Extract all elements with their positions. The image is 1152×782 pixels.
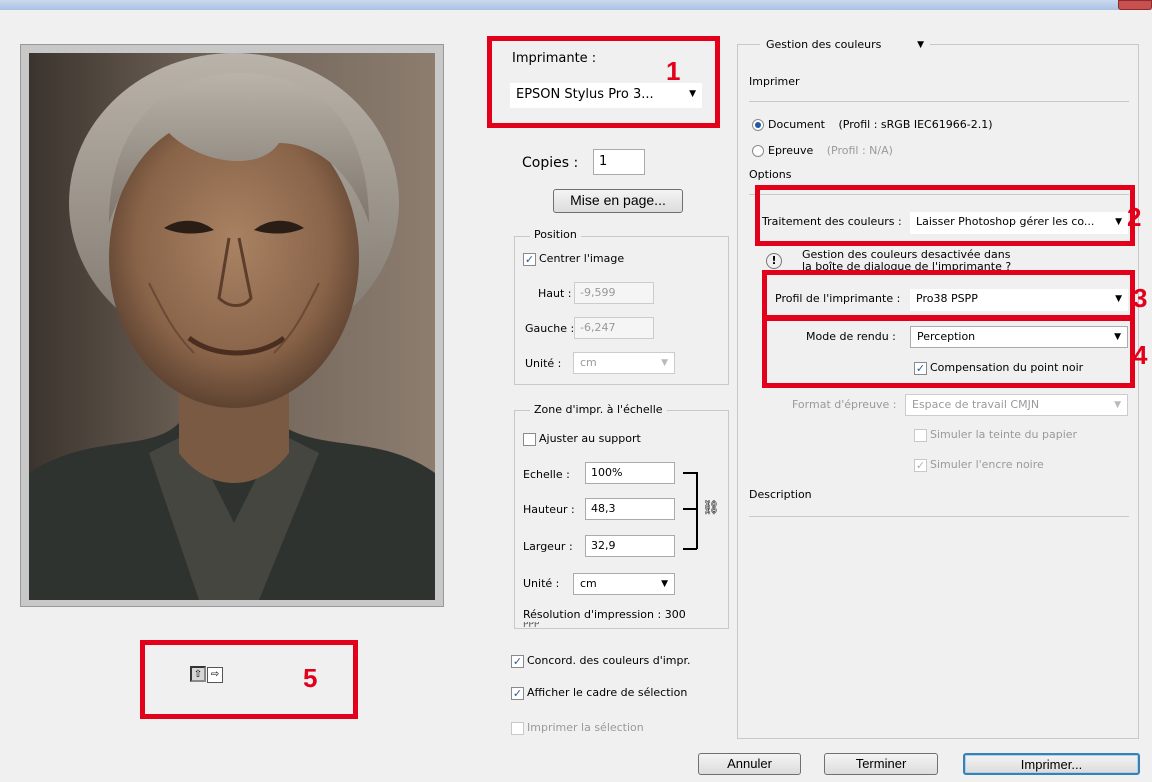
- fit-media-checkbox-row[interactable]: Ajuster au support: [523, 432, 641, 446]
- bounding-box-checkbox[interactable]: ✓: [511, 686, 524, 700]
- scale-field[interactable]: 100%: [585, 462, 675, 484]
- position-unit-select[interactable]: cm ▼: [573, 352, 675, 374]
- height-label: Hauteur :: [523, 503, 575, 516]
- simulate-ink-label: Simuler l'encre noire: [930, 458, 1044, 471]
- callout-box-5: [140, 640, 358, 719]
- warning-line-1: Gestion des couleurs desactivée dans: [802, 248, 1011, 261]
- simulate-paper-checkbox[interactable]: [914, 428, 927, 442]
- callout-number-5: 5: [303, 663, 318, 693]
- section-select[interactable]: Gestion des couleurs ▼: [760, 34, 930, 58]
- simulate-ink-checkbox[interactable]: ✓: [914, 458, 927, 472]
- match-colors-label: Concord. des couleurs d'impr.: [527, 654, 691, 667]
- close-button[interactable]: [1118, 0, 1152, 10]
- proof-format-label: Format d'épreuve :: [792, 398, 897, 411]
- proof-profile: (Profil : N/A): [826, 144, 893, 157]
- center-image-checkbox-row[interactable]: ✓ Centrer l'image: [523, 252, 624, 266]
- bounding-box-label: Afficher le cadre de sélection: [527, 686, 688, 699]
- print-selection-label: Imprimer la sélection: [527, 721, 644, 734]
- copies-field[interactable]: 1: [593, 149, 645, 175]
- callout-number-2: 2: [1127, 202, 1142, 232]
- link-bracket-top: [683, 472, 697, 474]
- scale-legend: Zone d'impr. à l'échelle: [530, 403, 667, 416]
- simulate-paper-label: Simuler la teinte du papier: [930, 428, 1078, 441]
- match-colors-checkbox[interactable]: ✓: [511, 654, 524, 668]
- title-bar: [0, 0, 1152, 10]
- callout-box-2: [755, 185, 1135, 246]
- warning-line-2: la boîte de dialogue de l'imprimante ?: [802, 261, 1012, 270]
- print-selection-checkbox[interactable]: [511, 721, 524, 735]
- print-resolution: Résolution d'impression : 300: [523, 608, 686, 621]
- width-label: Largeur :: [523, 540, 573, 553]
- callout-number-4: 4: [1133, 340, 1148, 370]
- scale-unit-label: Unité :: [523, 577, 560, 590]
- document-label: Document: [768, 118, 825, 131]
- callout-box-4: [762, 316, 1135, 388]
- separator: [749, 101, 1129, 102]
- chevron-down-icon: ▼: [917, 40, 924, 50]
- proof-format-select[interactable]: Espace de travail CMJN ▼: [905, 394, 1128, 416]
- scale-unit-select[interactable]: cm ▼: [573, 573, 675, 595]
- callout-number-1: 1: [666, 56, 681, 86]
- width-field[interactable]: 32,9: [585, 535, 675, 557]
- copies-label: Copies :: [522, 155, 579, 171]
- print-button[interactable]: Imprimer...: [963, 753, 1140, 775]
- portrait-image: [29, 53, 435, 600]
- proof-label: Epreuve: [768, 144, 814, 157]
- bounding-box-checkbox-row[interactable]: ✓ Afficher le cadre de sélection: [511, 686, 687, 700]
- page-setup-button[interactable]: Mise en page...: [553, 189, 683, 213]
- print-preview: [20, 44, 444, 607]
- callout-box-3: [762, 270, 1135, 320]
- center-image-label: Centrer l'image: [539, 252, 625, 265]
- fit-media-label: Ajuster au support: [539, 432, 641, 445]
- document-radio-row[interactable]: Document (Profil : sRGB IEC61966-2.1): [752, 118, 993, 131]
- center-image-checkbox[interactable]: ✓: [523, 252, 536, 266]
- print-heading: Imprimer: [749, 75, 800, 88]
- chevron-down-icon: ▼: [661, 358, 668, 368]
- height-field[interactable]: 48,3: [585, 498, 675, 520]
- document-profile: (Profil : sRGB IEC61966-2.1): [838, 118, 993, 131]
- callout-box-1: [487, 36, 720, 128]
- top-label: Haut :: [538, 287, 572, 300]
- link-bracket-vertical: [696, 472, 698, 549]
- position-unit-label: Unité :: [525, 357, 562, 370]
- link-bracket-bottom: [683, 548, 697, 550]
- proof-radio-row[interactable]: Epreuve (Profil : N/A): [752, 144, 893, 157]
- cancel-button[interactable]: Annuler: [698, 753, 801, 775]
- preview-photo: [29, 53, 435, 600]
- fit-media-checkbox[interactable]: [523, 432, 536, 446]
- simulate-ink-checkbox-row[interactable]: ✓ Simuler l'encre noire: [914, 458, 1044, 472]
- chevron-down-icon: ▼: [661, 579, 668, 589]
- position-legend: Position: [530, 228, 581, 241]
- separator: [749, 516, 1129, 517]
- options-heading: Options: [749, 168, 792, 181]
- description-heading: Description: [749, 488, 812, 501]
- done-button[interactable]: Terminer: [824, 753, 938, 775]
- link-bracket-middle: [683, 508, 697, 510]
- chevron-down-icon: ▼: [1114, 400, 1121, 410]
- print-selection-checkbox-row[interactable]: Imprimer la sélection: [511, 721, 644, 735]
- callout-number-3: 3: [1133, 283, 1148, 313]
- print-resolution-overflow: PPP: [523, 622, 540, 628]
- left-label: Gauche :: [525, 322, 575, 335]
- left-field[interactable]: -6,247: [574, 317, 654, 339]
- warning-icon: !: [766, 253, 782, 269]
- match-colors-checkbox-row[interactable]: ✓ Concord. des couleurs d'impr.: [511, 654, 691, 668]
- proof-radio[interactable]: [752, 145, 764, 157]
- simulate-paper-checkbox-row[interactable]: Simuler la teinte du papier: [914, 428, 1077, 442]
- link-icon[interactable]: ⛓: [702, 500, 720, 516]
- scale-label: Echelle :: [523, 468, 570, 481]
- top-field[interactable]: -9,599: [574, 282, 654, 304]
- document-radio[interactable]: [752, 119, 764, 131]
